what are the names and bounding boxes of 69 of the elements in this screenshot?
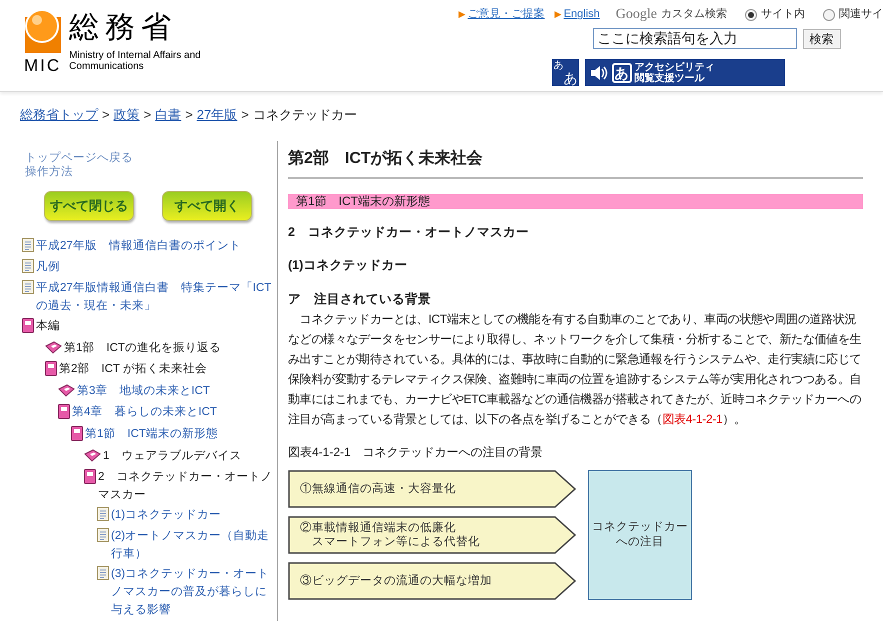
logo-abbreviation: MIC xyxy=(24,57,62,74)
document-icon xyxy=(97,566,109,580)
breadcrumb-separator: > xyxy=(144,106,152,124)
tilted-book-icon xyxy=(84,449,101,462)
tree-item-link[interactable]: 第2部 ICT が拓く未来社会 xyxy=(59,360,207,378)
tree-item-link[interactable]: (3)コネクテッドカー・オートノマスカーの普及が暮らしに与える影響 xyxy=(111,565,273,619)
tree-item-link[interactable]: 第4章 暮らしの未来とICT xyxy=(72,403,217,421)
topic-heading: ア 注目されている背景 xyxy=(288,290,432,308)
sidebar-link[interactable]: トップページへ戻る xyxy=(25,151,273,165)
font-size-button[interactable]: あ あ xyxy=(552,59,579,86)
breadcrumb-separator: > xyxy=(241,106,249,124)
tree-item-link[interactable]: (2)オートノマスカー（自動走行車） xyxy=(111,527,273,563)
tree-toggle-button[interactable]: すべて閉じる xyxy=(44,191,134,221)
sidebar-link[interactable]: 操作方法 xyxy=(25,165,273,179)
tree-item-link[interactable]: (1)コネクテッドカー xyxy=(111,506,222,524)
bullet-icon: ▶ xyxy=(554,8,562,22)
tree-item-link[interactable]: 1 ウェアラブルデバイス xyxy=(103,447,242,465)
document-icon xyxy=(22,280,34,294)
header-link[interactable]: English xyxy=(564,6,600,23)
logo-name: 総務省 xyxy=(69,10,178,46)
breadcrumb-link[interactable]: 政策 xyxy=(114,105,140,125)
tilted-book-icon xyxy=(45,341,62,354)
figure-caption: 図表4-1-2-1 コネクテッドカーへの注目の背景 xyxy=(288,444,544,460)
tree-item-link[interactable]: 第1部 ICTの進化を振り返る xyxy=(64,339,221,357)
breadcrumb-current-page: コネクテッドカー xyxy=(252,106,357,124)
breadcrumb-separator: > xyxy=(185,106,193,124)
document-icon xyxy=(97,507,109,521)
document-icon xyxy=(22,238,34,252)
sun-logo-icon xyxy=(24,9,61,53)
tree-item-link[interactable]: 平成27年版 情報通信白書のポイント xyxy=(36,237,241,255)
tree-item-link[interactable]: 平成27年版情報通信白書 特集テーマ「ICTの過去・現在・未来」 xyxy=(36,279,273,315)
scope-radio[interactable]: サイト内 xyxy=(745,6,805,23)
breadcrumb-separator: > xyxy=(102,106,110,124)
factor-arrow: ③ビッグデータの流通の大幅な増加 xyxy=(288,562,576,600)
header-link[interactable]: ご意見・ご提案 xyxy=(468,6,545,23)
search-button[interactable]: 検索 xyxy=(802,28,841,48)
book-icon xyxy=(22,318,34,333)
subsection-heading: (1)コネクテッドカー xyxy=(288,256,408,274)
book-icon xyxy=(58,404,70,419)
logo-english: Ministry of Internal Affairs and Communications xyxy=(69,50,202,72)
tree-item-link[interactable]: 本編 xyxy=(36,317,60,335)
book-icon xyxy=(84,469,96,484)
google-brand: Google xyxy=(616,6,657,24)
tree-item-link[interactable]: 第1節 ICT端末の新形態 xyxy=(85,425,218,443)
page-title: 第2部 ICTが拓く未来社会 xyxy=(288,147,863,179)
tree-toggle-button[interactable]: すべて開く xyxy=(162,191,252,221)
search-field[interactable]: ここに検索語句を入力 xyxy=(592,28,797,49)
book-icon xyxy=(45,361,57,376)
figure-link[interactable]: 図表4-1-2-1 xyxy=(662,412,722,426)
body-paragraph: コネクテッドカーとは、ICT端末としての機能を有する自動車のことであり、車両の状態や周囲の道路状況などの様々なデータをセンサーにより取得し、ネットワークを介して集積・分析することで、新たな価値を生み出すことが期待されている。具体的には、事故時に自動的に緊急通報を行うシステムや、走行実績に応じて保険料が変動するテレマティクス保険、盗難時に車両の位置を追跡するシステム等が実用化されつつある。自動車にはこれまでも、カーナビやETC車載器などの通信機器が搭載されてきたが、近時コネクテッドカーへの注目が高まっている背景としては、以下の各点を挙げることができる（図表4-1-2-1）。 xyxy=(288,310,862,428)
breadcrumb-link[interactable]: 白書 xyxy=(155,105,182,125)
speaker-icon xyxy=(588,64,609,82)
book-icon xyxy=(71,426,83,441)
scope-radio[interactable]: 関連サイ xyxy=(823,6,883,23)
tree-item-link[interactable]: 第3章 地域の未来とICT xyxy=(77,382,210,400)
custom-search-label: カスタム検索 xyxy=(661,6,727,22)
factor-arrow: ①無線通信の高速・大容量化 xyxy=(288,470,576,508)
tree-item-link[interactable]: 2 コネクテッドカー・オートノマスカー xyxy=(98,468,273,504)
document-icon xyxy=(22,259,34,273)
bullet-icon: ▶ xyxy=(458,8,466,22)
target-box: コネクテッドカー への注目 xyxy=(588,470,692,600)
tree-item-link[interactable]: 凡例 xyxy=(36,258,60,276)
breadcrumb-link[interactable]: 27年版 xyxy=(196,105,238,125)
breadcrumb-link[interactable]: 総務省トップ xyxy=(20,105,98,125)
section-heading: 2 コネクテッドカー・オートノマスカー xyxy=(288,224,530,241)
section-band: 第1節 ICT端末の新形態 xyxy=(288,194,863,209)
tilted-book-icon xyxy=(58,384,75,397)
factor-arrow: ②車載情報通信端末の低廉化 スマートフォン等による代替化 xyxy=(288,516,576,554)
document-icon xyxy=(97,528,109,542)
